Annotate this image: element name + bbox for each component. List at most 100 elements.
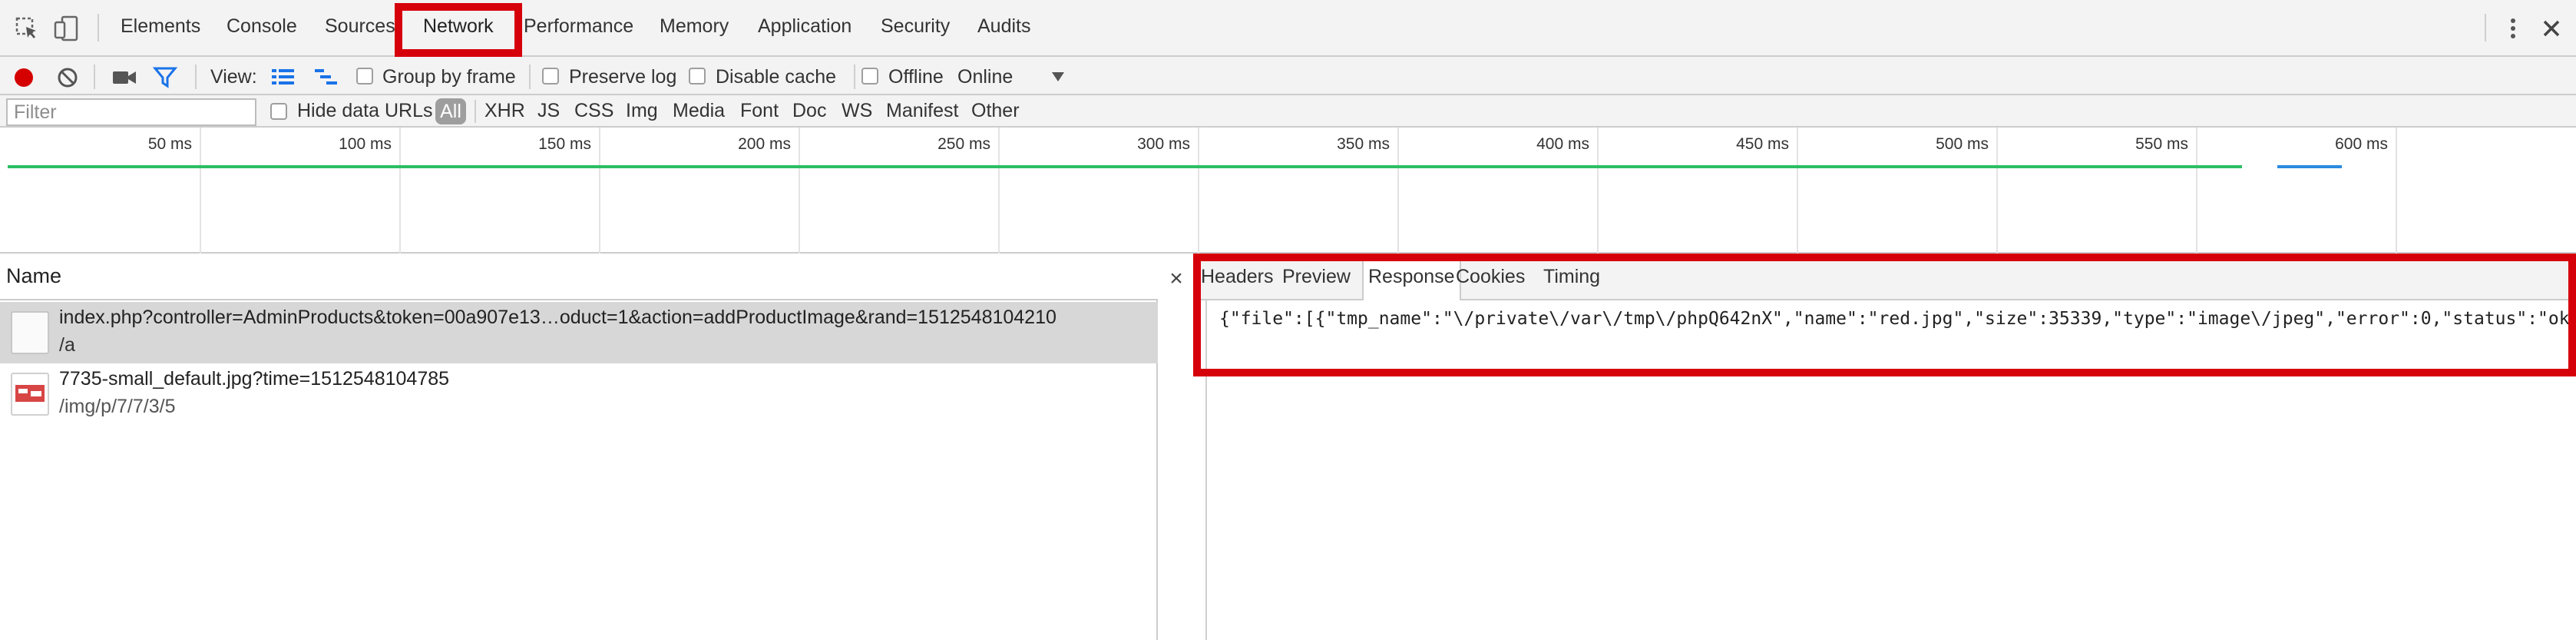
timeline-bar-green (8, 165, 2242, 168)
group-by-frame-label: Group by frame (382, 66, 516, 88)
chevron-down-icon[interactable] (1049, 69, 1067, 85)
timeline-tick-label: 350 ms (1337, 135, 1390, 153)
name-column-header[interactable]: Name (0, 254, 1158, 300)
timeline-bar-blue (2277, 165, 2342, 168)
response-gutter (1205, 300, 1207, 640)
type-filter-media[interactable]: Media (673, 100, 725, 122)
timeline-grid-line (1797, 128, 1798, 254)
timeline-grid-line (998, 128, 1000, 254)
view-label: View: (210, 66, 257, 88)
device-toolbar-icon[interactable] (52, 14, 80, 43)
hide-data-urls-checkbox[interactable] (270, 103, 287, 120)
timeline-grid-line (1597, 128, 1599, 254)
tab-cookies[interactable]: Cookies (1456, 266, 1525, 288)
close-details-icon[interactable]: × (1159, 264, 1193, 293)
type-filter-css[interactable]: CSS (574, 100, 613, 122)
network-toolbar: View: Group by frame Preserve log Disabl… (0, 57, 2576, 95)
devtools-tab-bar: Elements Console Sources Network Perform… (0, 0, 2576, 57)
timeline-grid-line (2196, 128, 2197, 254)
timeline-tick-label: 600 ms (2335, 135, 2388, 153)
timeline-grid-line (1397, 128, 1399, 254)
timeline-tick-label: 100 ms (339, 135, 392, 153)
tab-console[interactable]: Console (227, 15, 297, 38)
image-thumbnail-icon (11, 373, 49, 416)
waterfall-overview-icon[interactable] (313, 68, 339, 86)
request-path: /a (59, 334, 75, 356)
preserve-log-checkbox[interactable] (542, 68, 559, 85)
tab-network[interactable]: Network (423, 15, 494, 38)
timeline-tick-label: 450 ms (1736, 135, 1789, 153)
separator (529, 65, 531, 89)
type-filter-other[interactable]: Other (971, 100, 1020, 122)
close-devtools-icon[interactable] (2538, 15, 2564, 41)
tab-audits[interactable]: Audits (977, 15, 1030, 38)
type-filter-font[interactable]: Font (740, 100, 779, 122)
tab-sources[interactable]: Sources (325, 15, 395, 38)
timeline-grid-line (599, 128, 600, 254)
tab-elements[interactable]: Elements (121, 15, 200, 38)
separator (195, 65, 197, 89)
type-filter-img[interactable]: Img (626, 100, 658, 122)
timeline-tick-label: 50 ms (147, 135, 192, 153)
request-path: /img/p/7/7/3/5 (59, 396, 176, 417)
hide-data-urls-label: Hide data URLs (297, 100, 433, 121)
tab-application[interactable]: Application (758, 15, 852, 38)
tab-preview[interactable]: Preview (1282, 266, 1351, 288)
filter-funnel-icon[interactable] (152, 66, 178, 89)
disable-cache-label: Disable cache (716, 66, 837, 88)
record-icon[interactable] (12, 66, 35, 89)
request-row[interactable]: index.php?controller=AdminProducts&token… (0, 302, 1158, 363)
timeline-tick-label: 400 ms (1536, 135, 1589, 153)
timeline-grid-line (2396, 128, 2397, 254)
preserve-log-label: Preserve log (569, 66, 677, 88)
tab-headers[interactable]: Headers (1201, 266, 1274, 288)
timeline-grid-line (200, 128, 201, 254)
type-filter-ws[interactable]: WS (842, 100, 872, 122)
tab-timing[interactable]: Timing (1543, 266, 1600, 288)
document-icon (11, 311, 49, 354)
timeline-grid-line (799, 128, 800, 254)
separator (94, 65, 95, 89)
group-by-frame-checkbox[interactable] (356, 68, 373, 85)
type-filter-all[interactable]: All (435, 98, 466, 124)
tab-memory[interactable]: Memory (660, 15, 729, 38)
filter-input[interactable] (6, 98, 256, 126)
timeline-grid-line (1198, 128, 1199, 254)
clear-icon[interactable] (56, 66, 79, 89)
offline-checkbox[interactable] (861, 68, 878, 85)
filter-bar: Hide data URLs All XHR JS CSS Img Media … (0, 95, 2576, 128)
more-options-icon[interactable] (2502, 14, 2525, 43)
tab-response[interactable]: Response (1362, 254, 1461, 300)
name-header-label: Name (6, 264, 62, 287)
throttling-select[interactable]: Online (957, 66, 1013, 88)
timeline-grid-line (1996, 128, 1998, 254)
type-filter-doc[interactable]: Doc (792, 100, 826, 122)
type-filter-xhr[interactable]: XHR (484, 100, 525, 122)
timeline-tick-label: 550 ms (2135, 135, 2188, 153)
type-filter-js[interactable]: JS (537, 100, 560, 122)
disable-cache-checkbox[interactable] (689, 68, 706, 85)
detail-tab-bar: Headers Preview Response Cookies Timing (1193, 254, 2576, 300)
request-name: index.php?controller=AdminProducts&token… (59, 307, 1057, 328)
tab-security[interactable]: Security (881, 15, 950, 38)
response-body[interactable]: {"file":[{"tmp_name":"\/private\/var\/tm… (1207, 303, 2576, 349)
offline-label: Offline (888, 66, 944, 88)
request-details: × Headers Preview Response Cookies Timin… (1158, 254, 2576, 640)
timeline-grid-line (399, 128, 401, 254)
type-filter-manifest[interactable]: Manifest (886, 100, 958, 122)
request-name: 7735-small_default.jpg?time=151254810478… (59, 368, 450, 390)
separator (2485, 14, 2486, 41)
separator (475, 100, 476, 123)
timeline-tick-label: 200 ms (738, 135, 791, 153)
timeline-tick-label: 300 ms (1137, 135, 1190, 153)
screenshot-camera-icon[interactable] (111, 68, 138, 88)
inspect-element-icon[interactable] (14, 15, 40, 41)
large-request-rows-icon[interactable] (270, 68, 296, 86)
tab-performance[interactable]: Performance (524, 15, 633, 38)
separator (98, 14, 99, 41)
request-row[interactable]: 7735-small_default.jpg?time=151254810478… (0, 363, 1158, 425)
request-list: Name index.php?controller=AdminProducts&… (0, 254, 1158, 640)
timeline-tick-label: 500 ms (1936, 135, 1989, 153)
timeline-overview[interactable]: 50 ms 100 ms 150 ms 200 ms 250 ms 300 ms 350 m… (0, 128, 2576, 254)
response-text: {"file":[{"tmp_name":"\/private\/var\/tm… (1219, 309, 2576, 329)
